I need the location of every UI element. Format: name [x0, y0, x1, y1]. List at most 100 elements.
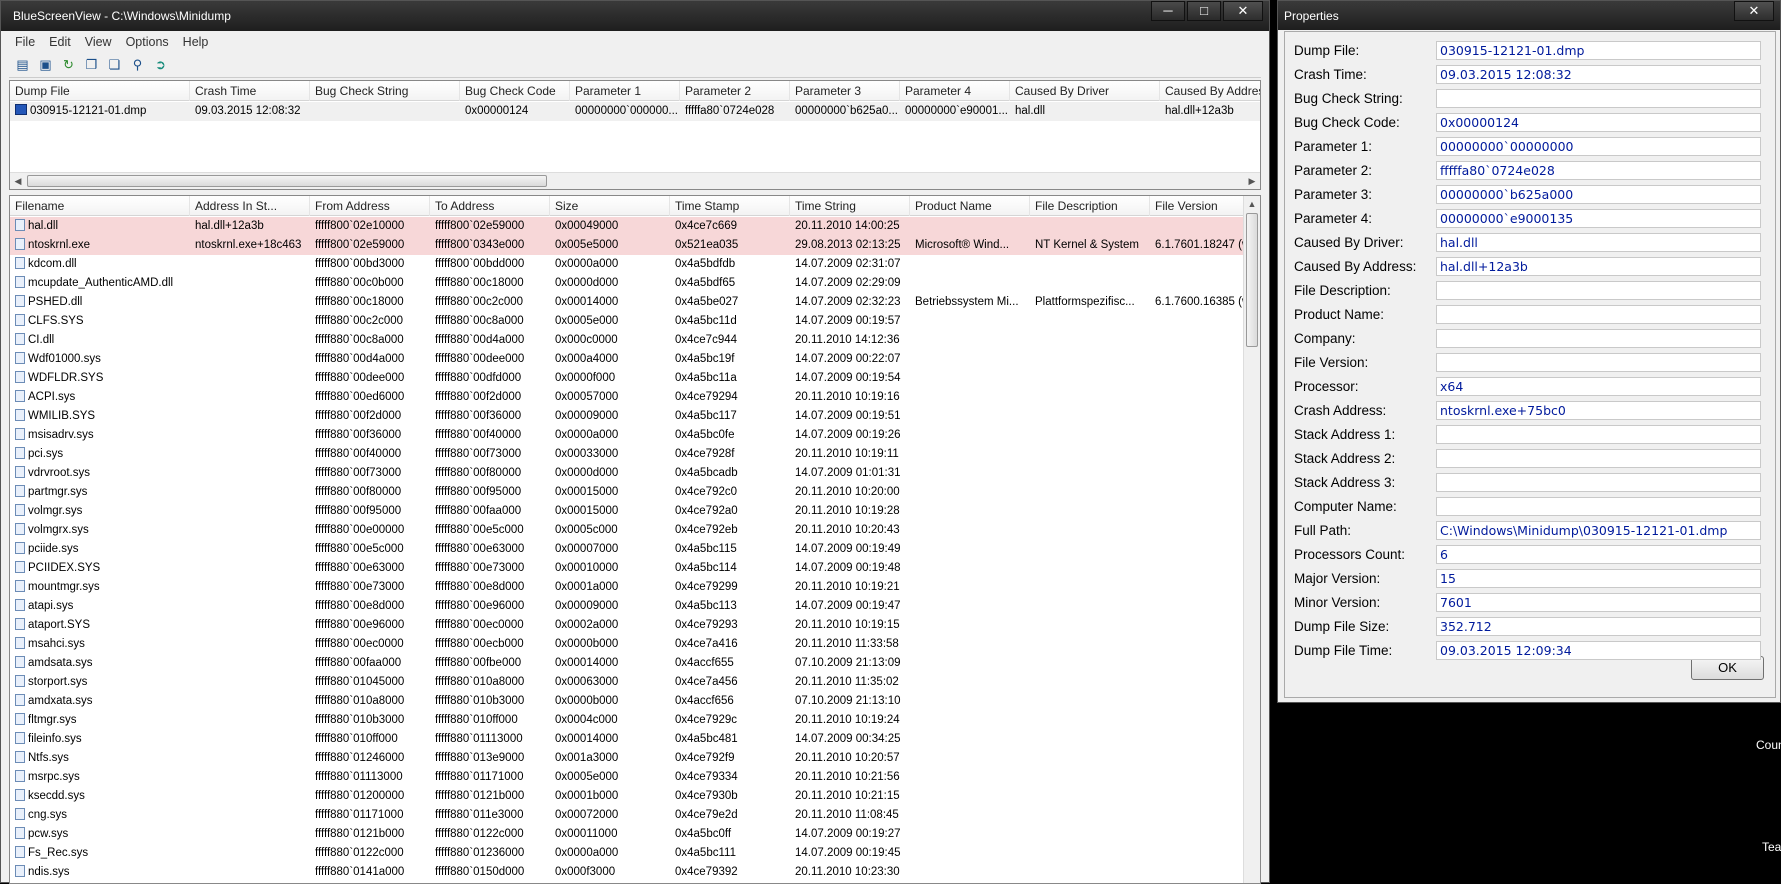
property-value-field[interactable]: 09.03.2015 12:09:34	[1436, 641, 1761, 660]
menu-file[interactable]: File	[15, 35, 35, 49]
driver-row[interactable]: fltmgr.sys fffff880`010b3000 fffff880`010f…	[10, 711, 1250, 730]
copy-html-icon[interactable]: ❏	[105, 56, 124, 74]
menu-edit[interactable]: Edit	[49, 35, 71, 49]
driver-col-header[interactable]: Address In St...	[190, 196, 310, 216]
driver-row[interactable]: storport.sys fffff880`01045000 fffff880`01…	[10, 673, 1250, 692]
driver-row[interactable]: ACPI.sys fffff880`00ed6000 fffff880`00f2d0…	[10, 388, 1250, 407]
property-value-field[interactable]: 00000000`b625a000	[1436, 185, 1761, 204]
property-value-field[interactable]: 7601	[1436, 593, 1761, 612]
driver-row[interactable]: volmgr.sys fffff880`00f95000 fffff880`00fa…	[10, 502, 1250, 521]
scroll-left-icon[interactable]: ◀	[10, 173, 26, 189]
driver-row[interactable]: Ntfs.sys fffff880`01246000 fffff880`013e90…	[10, 749, 1250, 768]
driver-row[interactable]: fileinfo.sys fffff880`010ff000 fffff880`01…	[10, 730, 1250, 749]
driver-row[interactable]: amdsata.sys fffff880`00faa000 fffff880`00f…	[10, 654, 1250, 673]
menu-options[interactable]: Options	[126, 35, 169, 49]
driver-col-header[interactable]: File Description	[1030, 196, 1150, 216]
driver-row[interactable]: Wdf01000.sys fffff880`00d4a000 fffff880`00…	[10, 350, 1250, 369]
driver-row[interactable]: WDFLDR.SYS fffff880`00dee000 fffff880`00df…	[10, 369, 1250, 388]
property-value-field[interactable]: hal.dll+12a3b	[1436, 257, 1761, 276]
driver-row[interactable]: atapi.sys fffff880`00e8d000 fffff880`00e96…	[10, 597, 1250, 616]
dump-col-header[interactable]: Bug Check String	[310, 81, 460, 101]
driver-row[interactable]: cng.sys fffff880`01171000 fffff880`011e300…	[10, 806, 1250, 825]
dump-row[interactable]: 030915-12121-01.dmp 09.03.2015 12:08:32 0x…	[10, 102, 1260, 121]
driver-row[interactable]: CI.dll fffff880`00c8a000 fffff880`00d4a000…	[10, 331, 1250, 350]
driver-col-header[interactable]: To Address	[430, 196, 550, 216]
driver-col-header[interactable]: Filename	[10, 196, 190, 216]
dump-list-hscrollbar[interactable]: ◀ ▶	[10, 172, 1260, 189]
property-value-field[interactable]: fffffa80`0724e028	[1436, 161, 1761, 180]
driver-list-vscroll-thumb[interactable]	[1246, 213, 1258, 347]
driver-row[interactable]: PSHED.dll fffff880`00c18000 fffff880`00c2c…	[10, 293, 1250, 312]
driver-row[interactable]: pci.sys fffff880`00f40000 fffff880`00f7300…	[10, 445, 1250, 464]
dump-col-header[interactable]: Caused By Address	[1160, 81, 1260, 101]
driver-col-header[interactable]: File Version	[1150, 196, 1250, 216]
properties-icon[interactable]: ▤	[13, 56, 32, 74]
driver-row[interactable]: CLFS.SYS fffff880`00c2c000 fffff880`00c8a0…	[10, 312, 1250, 331]
dump-col-header[interactable]: Crash Time	[190, 81, 310, 101]
driver-row[interactable]: msrpc.sys fffff880`01113000 fffff880`01171…	[10, 768, 1250, 787]
property-value-field[interactable]: 09.03.2015 12:08:32	[1436, 65, 1761, 84]
property-value-field[interactable]	[1436, 89, 1761, 108]
property-value-field[interactable]: 0x00000124	[1436, 113, 1761, 132]
properties-titlebar[interactable]: Properties ✕	[1278, 1, 1780, 30]
driver-row[interactable]: mountmgr.sys fffff880`00e73000 fffff880`00…	[10, 578, 1250, 597]
property-value-field[interactable]: C:\Windows\Minidump\030915-12121-01.dmp	[1436, 521, 1761, 540]
menu-view[interactable]: View	[85, 35, 112, 49]
driver-row[interactable]: volmgrx.sys fffff880`00e00000 fffff880`00e…	[10, 521, 1250, 540]
driver-row[interactable]: ataport.SYS fffff880`00e96000 fffff880`00e…	[10, 616, 1250, 635]
save-icon[interactable]: ▣	[36, 56, 55, 74]
property-value-field[interactable]: ntoskrnl.exe+75bc0	[1436, 401, 1761, 420]
property-value-field[interactable]	[1436, 449, 1761, 468]
property-value-field[interactable]: 030915-12121-01.dmp	[1436, 41, 1761, 60]
driver-row[interactable]: Fs_Rec.sys fffff880`0122c000 fffff880`0123…	[10, 844, 1250, 863]
driver-row[interactable]: PCIIDEX.SYS fffff880`00e63000 fffff880`00e…	[10, 559, 1250, 578]
dump-col-header[interactable]: Dump File	[10, 81, 190, 101]
property-value-field[interactable]	[1436, 353, 1761, 372]
driver-row[interactable]: ndis.sys fffff880`0141a000 fffff880`0150d0…	[10, 863, 1250, 882]
driver-row[interactable]: ksecdd.sys fffff880`01200000 fffff880`0121…	[10, 787, 1250, 806]
driver-col-header[interactable]: Time String	[790, 196, 910, 216]
dump-list-hscroll-thumb[interactable]	[27, 175, 547, 187]
dump-col-header[interactable]: Caused By Driver	[1010, 81, 1160, 101]
driver-row[interactable]: vdrvroot.sys fffff880`00f73000 fffff880`00…	[10, 464, 1250, 483]
property-value-field[interactable]: 00000000`e9000135	[1436, 209, 1761, 228]
property-value-field[interactable]	[1436, 425, 1761, 444]
driver-row[interactable]: msisadrv.sys fffff880`00f36000 fffff880`00…	[10, 426, 1250, 445]
driver-row[interactable]: msahci.sys fffff880`00ec0000 fffff880`00ec…	[10, 635, 1250, 654]
driver-col-header[interactable]: Size	[550, 196, 670, 216]
maximize-button[interactable]: □	[1187, 1, 1221, 21]
find-icon[interactable]: ⚲	[128, 56, 147, 74]
dump-col-header[interactable]: Parameter 4	[900, 81, 1010, 101]
refresh-icon[interactable]: ↻	[59, 56, 78, 74]
driver-row[interactable]: WMILIB.SYS fffff880`00f2d000 fffff880`00f3…	[10, 407, 1250, 426]
copy-icon[interactable]: ❐	[82, 56, 101, 74]
dump-list[interactable]: Dump File Crash Time Bug Check String Bug C…	[9, 80, 1261, 190]
main-titlebar[interactable]: BlueScreenView - C:\Windows\Minidump ─ □…	[1, 1, 1269, 31]
property-value-field[interactable]	[1436, 329, 1761, 348]
minimize-button[interactable]: ─	[1151, 1, 1185, 21]
exit-icon[interactable]: ➲	[151, 56, 170, 74]
property-value-field[interactable]: x64	[1436, 377, 1761, 396]
driver-row[interactable]: hal.dll hal.dll+12a3b fffff800`02e10000 fff…	[10, 217, 1250, 236]
dump-col-header[interactable]: Parameter 2	[680, 81, 790, 101]
driver-list-vscrollbar[interactable]: ▲	[1243, 196, 1260, 883]
property-value-field[interactable]: hal.dll	[1436, 233, 1761, 252]
driver-row[interactable]: partmgr.sys fffff880`00f80000 fffff880`00f…	[10, 483, 1250, 502]
driver-col-header[interactable]: Time Stamp	[670, 196, 790, 216]
menu-help[interactable]: Help	[183, 35, 209, 49]
driver-col-header[interactable]: From Address	[310, 196, 430, 216]
driver-row[interactable]: pcw.sys fffff880`0121b000 fffff880`0122c00…	[10, 825, 1250, 844]
property-value-field[interactable]: 00000000`00000000	[1436, 137, 1761, 156]
driver-col-header[interactable]: Product Name	[910, 196, 1030, 216]
driver-row[interactable]: ntoskrnl.exe ntoskrnl.exe+18c463 fffff800`…	[10, 236, 1250, 255]
dump-col-header[interactable]: Parameter 3	[790, 81, 900, 101]
properties-close-button[interactable]: ✕	[1734, 1, 1774, 21]
property-value-field[interactable]	[1436, 473, 1761, 492]
property-value-field[interactable]	[1436, 497, 1761, 516]
scroll-right-icon[interactable]: ▶	[1244, 173, 1260, 189]
property-value-field[interactable]	[1436, 305, 1761, 324]
driver-row[interactable]: mcupdate_AuthenticAMD.dll fffff880`00c0b0…	[10, 274, 1250, 293]
close-button[interactable]: ✕	[1223, 1, 1263, 21]
dump-col-header[interactable]: Bug Check Code	[460, 81, 570, 101]
driver-list[interactable]: Filename Address In St... From Address To A…	[9, 195, 1261, 884]
